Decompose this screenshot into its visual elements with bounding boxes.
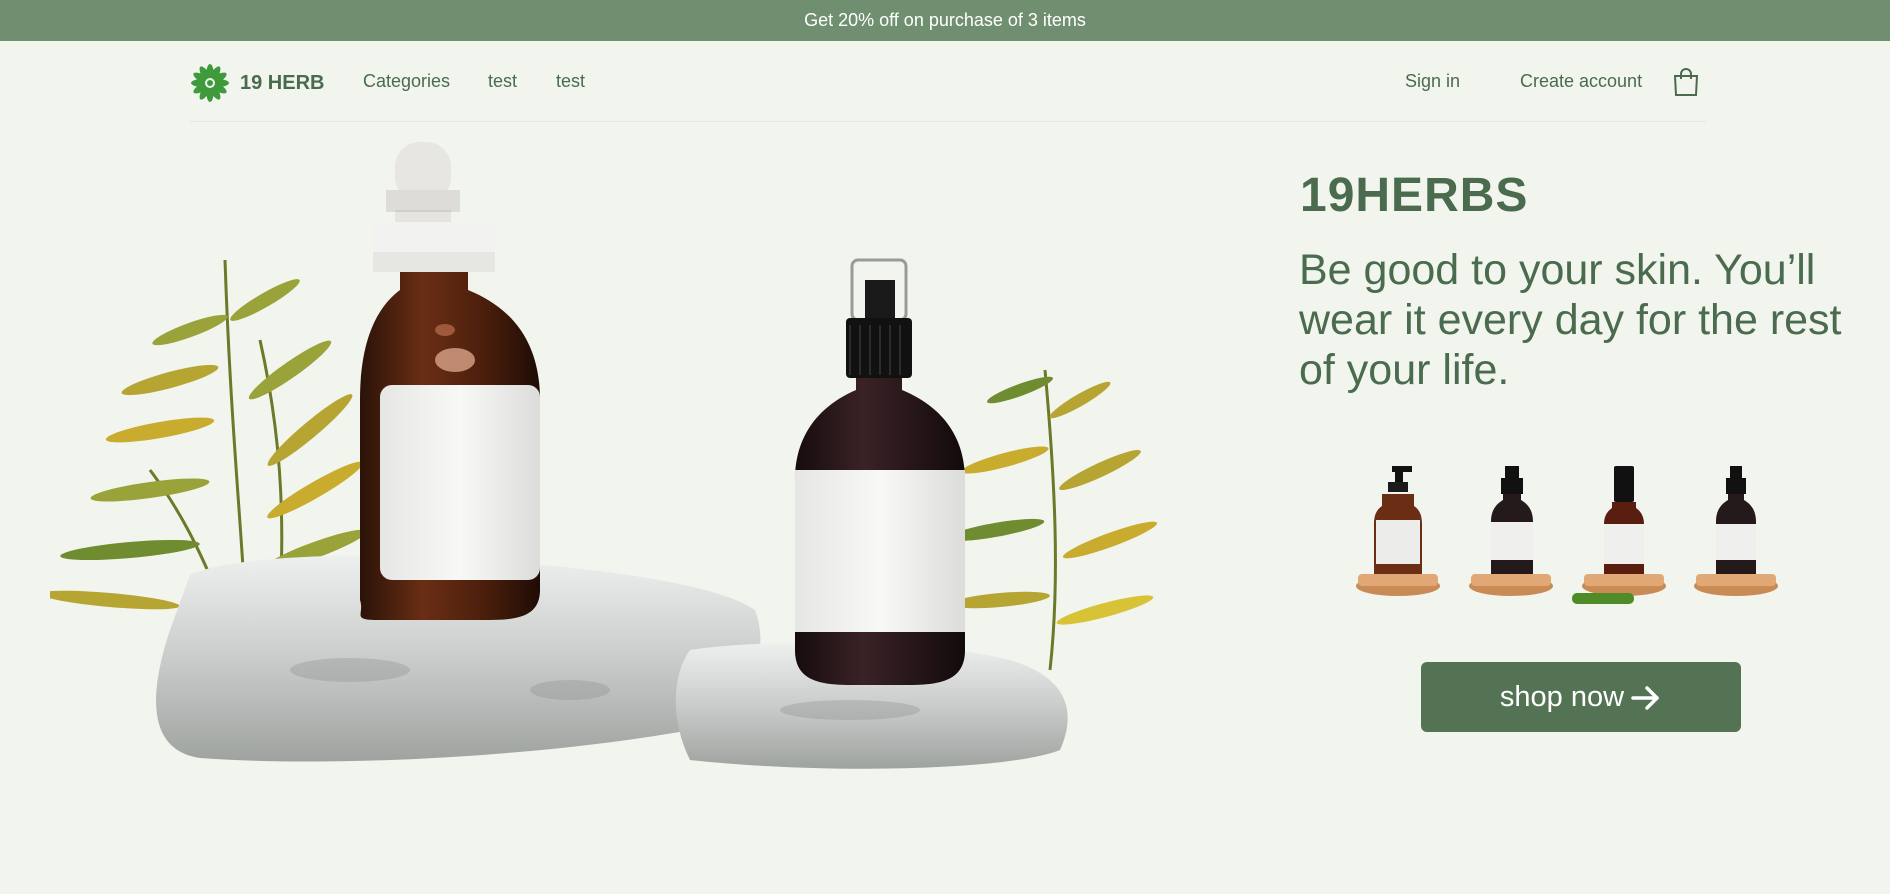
thumbnail-pump-bottle[interactable]	[1352, 462, 1444, 597]
shop-now-label: shop now	[1499, 680, 1625, 713]
promo-text: Get 20% off on purchase of 3 items	[804, 10, 1086, 30]
carousel-active-indicator	[1572, 593, 1634, 604]
thumbnail-spray-bottle-small[interactable]	[1690, 462, 1782, 597]
nav-link-test-2[interactable]: test	[556, 71, 585, 92]
product-thumbnail-carousel	[1352, 462, 1812, 607]
thumbnail-spray-bottle-dark[interactable]	[1465, 462, 1557, 597]
create-account-link[interactable]: Create account	[1520, 71, 1642, 92]
hero-product-image	[50, 142, 1158, 769]
nav-link-test-1[interactable]: test	[488, 71, 517, 92]
shop-now-button[interactable]: shop now	[1421, 662, 1741, 732]
logo-icon	[191, 64, 229, 102]
brand-heading: 19HERBS	[1300, 169, 1529, 222]
arrow-right-icon	[1631, 686, 1659, 710]
logo-text: 19 HERB	[240, 71, 325, 94]
thumbnail-spray-bottle-amber[interactable]	[1578, 462, 1670, 597]
sign-in-link[interactable]: Sign in	[1405, 71, 1460, 92]
promo-banner: Get 20% off on purchase of 3 items	[0, 0, 1890, 41]
logo-link[interactable]: 19 HERB	[190, 63, 324, 103]
shopping-bag-icon[interactable]	[1670, 66, 1702, 98]
top-navigation: 19 HERB Categories test test Sign in Cre…	[190, 41, 1706, 122]
hero-tagline: Be good to your skin. You’ll wear it eve…	[1299, 246, 1842, 394]
nav-link-categories[interactable]: Categories	[363, 71, 450, 92]
